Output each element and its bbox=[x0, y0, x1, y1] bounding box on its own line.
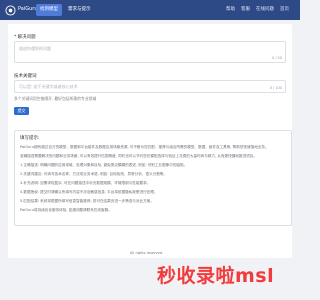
keywords-hint: 多个关键词用空格隔开, 最好包括所需的专业领域 bbox=[14, 96, 97, 101]
keywords-char-count: 0 / 100 bbox=[269, 86, 282, 90]
tips-line: 2.关键词建议: 可填写技术名称、方法或业务术语, 例如: 目标检测、异常分析、… bbox=[20, 172, 167, 176]
tips-box: 填写提示: PaiGuru拥有超过百万的模型、数据和平台组件及数据应用场景资源,… bbox=[14, 130, 292, 226]
tips-line: 3.补充说明: 如需求较复杂, 可在问题描述中补充数据规模、环境限制与性能要求。 bbox=[20, 181, 151, 185]
tab-requirements[interactable]: 需求与提示 bbox=[64, 4, 95, 16]
link-help[interactable]: 帮助 bbox=[226, 6, 235, 12]
problem-char-count: 0 / 50 bbox=[271, 56, 282, 60]
tips-line: PaiGuru拥有超过百万的模型、数据和平台组件及数据应用场景资源, 可不断为您… bbox=[20, 145, 269, 149]
tips-line: 1.正确描述: 明确问题的应用领域、处理对象和目标, 避免宽泛模糊的表述, 例如… bbox=[20, 163, 188, 167]
problem-label: * 解决问题 bbox=[14, 35, 36, 40]
tips-line: 准确描述需要解决的问题和业务场景, 可以有效提升匹配精度, 同时也可以节约您在模… bbox=[20, 154, 257, 158]
problem-placeholder: 描述你遇到的问题 bbox=[19, 46, 51, 51]
tab-find-model[interactable]: 找到模型 bbox=[36, 4, 62, 16]
watermark-text: 秒收录啦msl bbox=[157, 265, 275, 287]
link-home[interactable]: 首页 bbox=[280, 6, 289, 12]
tips-title: 填写提示: bbox=[20, 136, 40, 141]
footer-copyright: All rights reserved. bbox=[130, 251, 164, 255]
keywords-input[interactable]: 可以是: 若干关键字或者核心技术 0 / 100 bbox=[14, 80, 286, 93]
problem-input[interactable]: 描述你遇到的问题 0 / 50 bbox=[14, 41, 286, 63]
submit-button[interactable]: 提交 bbox=[14, 107, 29, 115]
link-service[interactable]: 客服 bbox=[241, 6, 250, 12]
logo-icon bbox=[5, 5, 16, 16]
keywords-label: 技术关键词 bbox=[14, 74, 37, 79]
link-online-questions[interactable]: 在线问题 bbox=[256, 6, 274, 12]
tips-line: 5.匹配结果: 系统将根据所填写信息智能推荐, 您可在结果页进一步筛选与对比方案… bbox=[20, 199, 154, 203]
keywords-placeholder: 可以是: 若干关键字或者核心技术 bbox=[19, 84, 78, 89]
tips-line: 4.数据授权: 提交时请确认所填写内容不涉及敏感信息, 平台将依据隐私政策进行处… bbox=[20, 190, 158, 194]
top-navigation-bar: PaiGuru 找到模型 需求与提示 帮助 客服 在线问题 首页 bbox=[0, 0, 300, 20]
tips-line: PaiGuru将持续优化服务体验, 如遇问题请联系在线客服。 bbox=[20, 208, 112, 212]
brand-name: PaiGuru bbox=[18, 6, 38, 12]
